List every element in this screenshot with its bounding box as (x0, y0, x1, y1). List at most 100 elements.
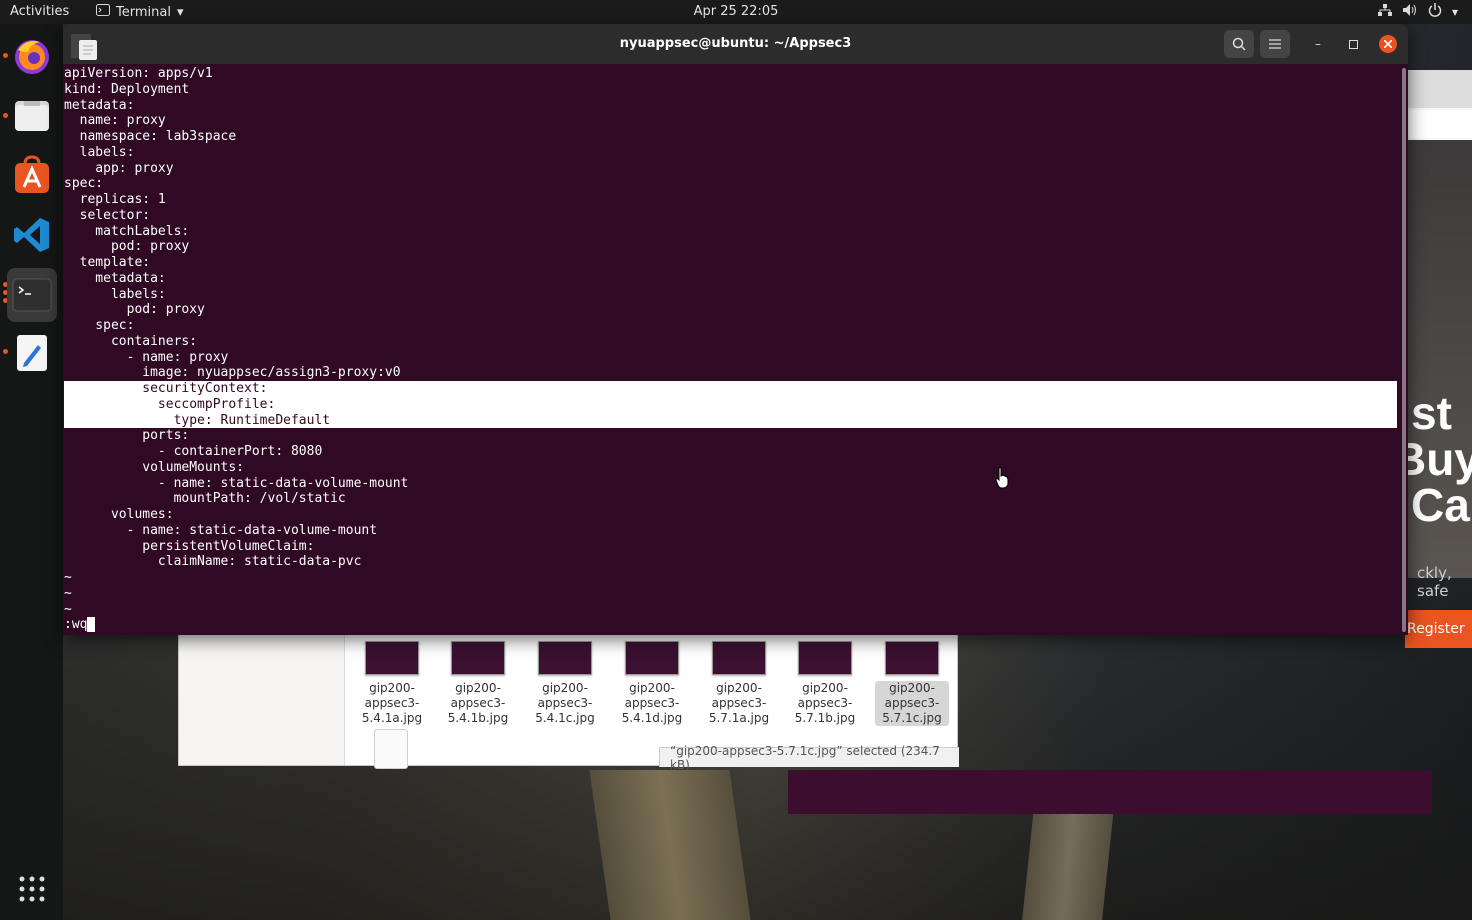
vim-command-line[interactable]: :wq (64, 617, 96, 633)
code-line: ports: (64, 428, 190, 443)
file-name-line: gip200- (542, 681, 588, 695)
file-name-line: gip200- (455, 681, 501, 695)
file-name-line: 5.4.1c.jpg (535, 711, 595, 725)
code-line: metadata: (64, 98, 135, 113)
show-apps-button[interactable] (7, 864, 57, 914)
status-text: “gip200-appsec3-5.7.1c.jpg” selected (23… (670, 743, 940, 772)
file-name: gip200- appsec3- 5.7.1b.jpg (788, 681, 862, 726)
code-line: spec: (64, 176, 104, 191)
code-line: volumes: (64, 507, 174, 522)
clock-text: Apr 25 22:05 (693, 4, 779, 19)
maximize-icon (1348, 39, 1358, 49)
file-item[interactable]: gip200- appsec3- 5.4.1b.jpg (441, 639, 515, 726)
file-item[interactable]: gip200- appsec3- 5.4.1c.jpg (528, 639, 602, 726)
dock-item-firefox[interactable] (7, 31, 57, 81)
code-line: persistentVolumeClaim: (64, 539, 315, 554)
code-line: selector: (64, 208, 151, 223)
image-thumbnail (625, 641, 679, 675)
code-line: pod: proxy (64, 302, 205, 317)
clock[interactable]: Apr 25 22:05 (0, 4, 1472, 19)
file-item[interactable]: gip200- appsec3- 5.4.1a.jpg (355, 639, 429, 726)
vscode-icon (14, 218, 49, 252)
hero-subtext: ckly, safe (1417, 564, 1452, 600)
file-name-line: 5.7.1a.jpg (708, 711, 770, 725)
command-text: :wq (64, 617, 88, 632)
code-line: name: proxy (64, 113, 166, 128)
vim-tilde-line: ~ (64, 586, 72, 601)
file-name-line: 5.7.1c.jpg (882, 711, 942, 725)
files-window[interactable]: gip200- appsec3- 5.4.1a.jpg gip200- appsec3-… (178, 634, 959, 772)
file-name-line: appsec3- (797, 696, 853, 710)
search-button[interactable] (1224, 30, 1254, 58)
file-name-line: 5.4.1a.jpg (361, 711, 423, 725)
top-bar: Activities Terminal ▾ Apr 25 22:05 ▾ (0, 0, 1472, 24)
image-thumbnail (538, 641, 592, 675)
firefox-icon (15, 40, 49, 74)
document-file-icon[interactable] (374, 729, 408, 769)
code-line: app: proxy (64, 161, 174, 176)
vim-tilde-line: ~ (64, 570, 72, 585)
code-line: metadata: (64, 271, 166, 286)
file-item[interactable]: gip200- appsec3- 5.7.1a.jpg (702, 639, 776, 726)
browser-window[interactable]: st Buy Ca ckly, safe Register (1393, 70, 1472, 648)
code-line: - containerPort: 8080 (64, 444, 323, 459)
system-tray[interactable]: ▾ (1377, 3, 1458, 20)
maximize-button[interactable] (1344, 35, 1362, 53)
power-icon (1428, 3, 1442, 20)
code-line: kind: Deployment (64, 82, 190, 97)
image-thumbnail (885, 641, 939, 675)
terminal-scrollbar[interactable] (1402, 68, 1406, 632)
browser-url-bar[interactable] (1409, 110, 1472, 138)
code-line: apiVersion: apps/v1 (64, 66, 213, 81)
grid-icon (19, 876, 45, 902)
file-name: gip200- appsec3- 5.4.1c.jpg (528, 681, 602, 726)
file-name-line: gip200- (369, 681, 415, 695)
browser-hero: st Buy Ca ckly, safe Register (1393, 140, 1472, 648)
hero-text-line: Ca (1411, 479, 1470, 531)
dock-item-software[interactable] (7, 150, 57, 200)
close-button[interactable] (1379, 35, 1397, 53)
browser-tab-bar[interactable] (1405, 70, 1472, 108)
file-name: gip200- appsec3- 5.4.1d.jpg (615, 681, 689, 726)
file-item[interactable]: gip200- appsec3- 5.4.1d.jpg (615, 639, 689, 726)
image-thumbnail (798, 641, 852, 675)
file-name-line: gip200- (629, 681, 675, 695)
hamburger-icon (1269, 39, 1281, 49)
window-title: nyuappsec@ubuntu: ~/Appsec3 (619, 36, 852, 51)
code-line: image: nyuappsec/assign3-proxy:v0 (64, 365, 401, 380)
dock-item-text-editor[interactable] (7, 328, 57, 378)
code-line: pod: proxy (64, 239, 190, 254)
file-item[interactable]: gip200- appsec3- 5.7.1b.jpg (788, 639, 862, 726)
file-name-line: 5.4.1b.jpg (447, 711, 509, 725)
dock-item-files[interactable] (7, 90, 57, 140)
code-line: claimName: static-data-pvc (64, 554, 362, 569)
background-window[interactable] (788, 770, 1432, 814)
image-thumbnail (451, 641, 505, 675)
file-name: gip200- appsec3- 5.7.1c.jpg (875, 681, 949, 726)
file-name-line: gip200- (889, 681, 935, 695)
hamburger-menu-button[interactable] (1260, 30, 1290, 58)
file-item[interactable]: gip200- appsec3- 5.7.1c.jpg (875, 639, 949, 726)
file-name: gip200- appsec3- 5.4.1a.jpg (355, 681, 429, 726)
code-line: template: (64, 255, 151, 270)
register-button[interactable]: Register (1405, 610, 1472, 648)
code-line: containers: (64, 334, 198, 349)
terminal-content[interactable]: apiVersion: apps/v1 kind: Deployment metad… (63, 66, 1398, 635)
terminal-header-bar[interactable]: nyuappsec@ubuntu: ~/Appsec3 – (63, 24, 1408, 64)
files-sidebar[interactable] (179, 635, 345, 765)
minimize-button[interactable]: – (1309, 35, 1327, 53)
terminal-icon (12, 278, 52, 312)
dock-item-vscode[interactable] (7, 210, 57, 260)
code-line: type: RuntimeDefault (64, 413, 331, 428)
mouse-pointer-icon (995, 467, 1009, 489)
code-line: - name: static-data-volume-mount (64, 523, 378, 538)
vim-tilde-line: ~ (64, 602, 72, 617)
minimize-icon: – (1315, 37, 1321, 51)
image-thumbnail (712, 641, 766, 675)
file-name-line: gip200- (716, 681, 762, 695)
file-name-line: appsec3- (364, 696, 420, 710)
volume-icon (1402, 3, 1418, 20)
terminal-window[interactable]: nyuappsec@ubuntu: ~/Appsec3 – apiVersion… (63, 24, 1408, 635)
file-name-line: appsec3- (711, 696, 767, 710)
dock-item-terminal[interactable] (7, 268, 57, 322)
